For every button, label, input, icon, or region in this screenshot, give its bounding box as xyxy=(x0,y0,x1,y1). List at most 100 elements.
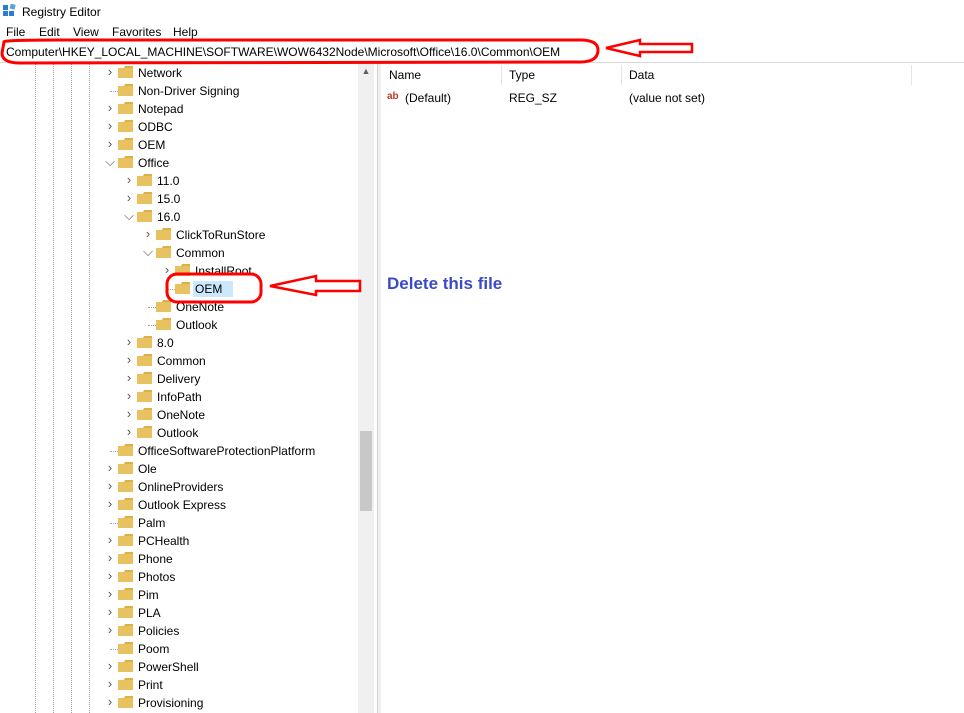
menu-view[interactable]: View xyxy=(73,25,99,39)
folder-icon xyxy=(118,660,133,672)
tree-item[interactable]: Palm xyxy=(104,514,364,532)
chevron-right-icon[interactable]: › xyxy=(104,119,116,132)
chevron-right-icon[interactable]: › xyxy=(104,623,116,636)
value-row[interactable]: ab (Default) REG_SZ (value not set) xyxy=(381,89,964,107)
menu-file[interactable]: File xyxy=(6,25,25,39)
folder-icon xyxy=(118,642,133,654)
values-pane[interactable]: Name Type Data ab (Default) REG_SZ (valu… xyxy=(381,63,964,713)
tree-item[interactable]: › Print xyxy=(104,676,364,694)
chevron-right-icon[interactable]: › xyxy=(104,605,116,618)
folder-icon xyxy=(156,318,171,330)
tree-item[interactable]: › Photos xyxy=(104,568,364,586)
tree-item-label: ODBC xyxy=(138,120,173,134)
tree-guide-line xyxy=(53,63,54,713)
tree-item[interactable]: Poom xyxy=(104,640,364,658)
tree-guide-line xyxy=(110,91,118,92)
chevron-down-icon[interactable]: ⌵ xyxy=(123,209,135,222)
tree-item[interactable]: › 11.0 xyxy=(123,172,376,190)
tree-item[interactable]: › Notepad xyxy=(104,100,364,118)
address-bar[interactable]: Computer\HKEY_LOCAL_MACHINE\SOFTWARE\WOW… xyxy=(0,42,964,63)
chevron-right-icon[interactable]: › xyxy=(123,389,135,402)
tree-item[interactable]: › Pim xyxy=(104,586,364,604)
chevron-right-icon[interactable]: › xyxy=(104,677,116,690)
tree-item[interactable]: › Common xyxy=(123,352,376,370)
folder-icon xyxy=(156,228,171,240)
tree-item-label: 16.0 xyxy=(157,210,181,224)
scroll-up-icon[interactable]: ▲ xyxy=(360,65,372,77)
tree-scrollbar[interactable]: ▲ xyxy=(358,63,374,713)
tree-item[interactable]: ⌵ Office xyxy=(104,154,364,172)
tree-item[interactable]: ⌵ Common xyxy=(142,244,376,262)
tree-item-label: Outlook xyxy=(157,426,199,440)
chevron-right-icon[interactable]: › xyxy=(104,533,116,546)
tree-item[interactable]: Outlook xyxy=(142,316,376,334)
tree-item-label: OneNote xyxy=(157,408,206,422)
menu-edit[interactable]: Edit xyxy=(39,25,60,39)
address-path[interactable]: Computer\HKEY_LOCAL_MACHINE\SOFTWARE\WOW… xyxy=(6,45,560,59)
tree-item[interactable]: › Phone xyxy=(104,550,364,568)
tree-item-label: Non-Driver Signing xyxy=(138,84,240,98)
chevron-right-icon[interactable]: › xyxy=(104,551,116,564)
chevron-right-icon[interactable]: › xyxy=(123,353,135,366)
chevron-right-icon[interactable]: › xyxy=(142,227,154,240)
menu-favorites[interactable]: Favorites xyxy=(112,25,161,39)
tree-item[interactable]: OfficeSoftwareProtectionPlatform xyxy=(104,442,364,460)
tree-item[interactable]: › Network xyxy=(104,64,364,82)
chevron-right-icon[interactable]: › xyxy=(123,425,135,438)
column-header-type[interactable]: Type xyxy=(501,63,621,87)
tree-item[interactable]: › Outlook xyxy=(123,424,376,442)
chevron-right-icon[interactable]: › xyxy=(104,569,116,582)
tree-item[interactable]: › InfoPath xyxy=(123,388,376,406)
tree-item[interactable]: › 8.0 xyxy=(123,334,376,352)
chevron-right-icon[interactable]: › xyxy=(104,659,116,672)
chevron-right-icon[interactable]: › xyxy=(104,137,116,150)
chevron-right-icon[interactable]: › xyxy=(123,335,135,348)
tree-item-label: OneNote xyxy=(176,300,225,314)
chevron-down-icon[interactable]: ⌵ xyxy=(142,245,154,258)
tree-item[interactable]: › ClickToRunStore xyxy=(142,226,376,244)
tree-item[interactable]: › 15.0 xyxy=(123,190,376,208)
chevron-right-icon[interactable]: › xyxy=(104,587,116,600)
tree-item-label: 15.0 xyxy=(157,192,181,206)
chevron-right-icon[interactable]: › xyxy=(123,407,135,420)
tree-item[interactable]: › OneNote xyxy=(123,406,376,424)
tree-item[interactable]: › ODBC xyxy=(104,118,364,136)
tree-pane[interactable]: › Network Non-Driver Signing › Notepad › ODBC ›… xyxy=(0,63,376,713)
folder-icon xyxy=(118,480,133,492)
chevron-right-icon[interactable]: › xyxy=(104,497,116,510)
tree-item[interactable]: OneNote xyxy=(142,298,376,316)
chevron-right-icon[interactable]: › xyxy=(104,65,116,78)
tree-item[interactable]: › Delivery xyxy=(123,370,376,388)
tree-item[interactable]: › Provisioning xyxy=(104,694,364,712)
tree-item-label: Common xyxy=(157,354,206,368)
tree-item[interactable]: › Ole xyxy=(104,460,364,478)
tree-item[interactable]: › Policies xyxy=(104,622,364,640)
chevron-right-icon[interactable]: › xyxy=(104,479,116,492)
tree-item-label: OfficeSoftwareProtectionPlatform xyxy=(138,444,316,458)
folder-icon xyxy=(118,678,133,690)
tree-item[interactable]: › PCHealth xyxy=(104,532,364,550)
chevron-right-icon[interactable]: › xyxy=(161,263,173,276)
tree-item[interactable]: › OEM xyxy=(104,136,364,154)
chevron-down-icon[interactable]: ⌵ xyxy=(104,155,116,168)
tree-item[interactable]: Non-Driver Signing xyxy=(104,82,364,100)
chevron-right-icon[interactable]: › xyxy=(104,695,116,708)
chevron-right-icon[interactable]: › xyxy=(123,191,135,204)
tree-item[interactable]: ⌵ 16.0 xyxy=(123,208,376,226)
chevron-right-icon[interactable]: › xyxy=(104,101,116,114)
chevron-right-icon[interactable]: › xyxy=(123,371,135,384)
tree-item[interactable]: › Outlook Express xyxy=(104,496,364,514)
tree-item[interactable]: › InstallRoot xyxy=(161,262,376,280)
chevron-right-icon[interactable]: › xyxy=(104,461,116,474)
tree-item[interactable]: › OnlineProviders xyxy=(104,478,364,496)
column-header-name[interactable]: Name xyxy=(381,63,501,87)
chevron-right-icon[interactable]: › xyxy=(123,173,135,186)
tree-item[interactable]: OEM xyxy=(161,280,376,298)
tree-guide-line xyxy=(110,523,118,524)
menu-help[interactable]: Help xyxy=(173,25,198,39)
tree-item[interactable]: › PLA xyxy=(104,604,364,622)
column-divider[interactable] xyxy=(911,65,912,85)
column-header-data[interactable]: Data xyxy=(621,63,911,87)
tree-item[interactable]: › PowerShell xyxy=(104,658,364,676)
scroll-thumb[interactable] xyxy=(360,431,372,511)
